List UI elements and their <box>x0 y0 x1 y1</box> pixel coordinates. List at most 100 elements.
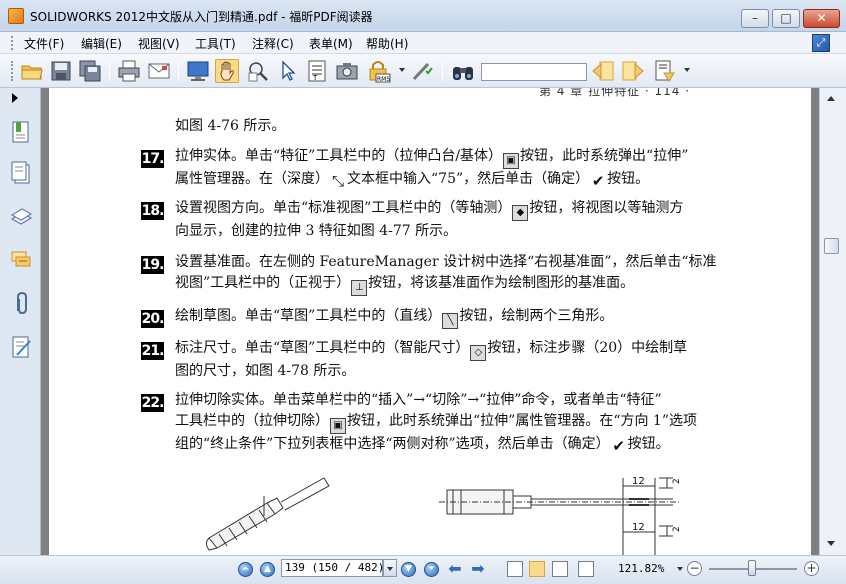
step-text-line: 视图”工具栏中的（正视于） ⊥ 按钮，将该基准面作为绘制图形的基准面。 <box>175 273 769 296</box>
zoom-slider-thumb[interactable] <box>748 560 756 576</box>
menu-form[interactable]: 表单(M) <box>309 35 353 52</box>
next-find-icon[interactable] <box>621 59 645 83</box>
step-number-20: 20. <box>141 310 164 328</box>
menu-file[interactable]: 文件(F) <box>24 35 64 52</box>
step-text: 按钮，绘制两个三角形。 <box>459 308 614 324</box>
snapshot-icon[interactable] <box>335 59 359 83</box>
save-icon[interactable] <box>49 59 73 83</box>
signatures-icon[interactable] <box>10 335 32 359</box>
prev-find-icon[interactable] <box>591 59 615 83</box>
prev-page-icon[interactable]: ▲ <box>260 562 275 577</box>
maximize-button[interactable]: □ <box>772 9 800 28</box>
step-number-17: 17. <box>141 150 164 168</box>
menu-help[interactable]: 帮助(H) <box>366 35 408 52</box>
scroll-up-arrow[interactable] <box>827 96 835 101</box>
layers-icon[interactable] <box>10 205 32 229</box>
left-nav-pane <box>0 88 41 555</box>
dimension-label: 12 <box>632 522 645 533</box>
last-page-icon[interactable]: ⏷ <box>424 562 439 577</box>
scroll-thumb[interactable] <box>824 238 839 254</box>
menu-comment[interactable]: 注释(C) <box>252 35 294 52</box>
select-arrow-icon[interactable] <box>276 59 300 83</box>
sign-icon[interactable] <box>409 59 433 83</box>
fullscreen-icon[interactable] <box>186 59 210 83</box>
step-number-22: 22. <box>141 394 164 412</box>
page-dropdown-button[interactable] <box>383 559 397 577</box>
svg-text:T: T <box>312 74 318 82</box>
main-toolbar: T RMS <box>0 54 846 88</box>
expand-pane-icon[interactable] <box>12 93 18 103</box>
minimize-button[interactable]: – <box>741 9 769 28</box>
step-text: 按钮，此时系统弹出“拉伸”属性管理器。在“方向 1”选项 <box>347 413 697 429</box>
highlight-icon[interactable] <box>653 59 677 83</box>
open-folder-icon[interactable] <box>20 59 44 83</box>
rms-dropdown-arrow[interactable] <box>399 68 405 72</box>
pages-icon[interactable] <box>10 161 32 185</box>
pdf-page: 第 4 章 拉伸特征 · 114 · 如图 4-76 所示。 17. 拉伸实体。… <box>49 88 811 555</box>
step-text-line: 设置基准面。在左侧的 FeatureManager 设计树中选择“右视基准面”，… <box>175 254 717 270</box>
step-text: 拉伸实体。单击“特征”工具栏中的（拉伸凸台/基体） <box>175 148 503 164</box>
step-number-18: 18. <box>141 202 164 220</box>
document-view[interactable]: 第 4 章 拉伸特征 · 114 · 如图 4-76 所示。 17. 拉伸实体。… <box>41 88 819 555</box>
email-icon[interactable] <box>147 59 171 83</box>
menu-view[interactable]: 视图(V) <box>138 35 180 52</box>
scroll-down-arrow[interactable] <box>827 541 835 546</box>
svg-text:RMS: RMS <box>377 76 390 83</box>
vertical-scrollbar[interactable] <box>819 88 846 555</box>
step-20-paragraph: 绘制草图。单击“草图”工具栏中的（直线） ╲ 按钮，绘制两个三角形。 <box>175 306 769 329</box>
comments-icon[interactable] <box>10 248 32 272</box>
continuous-facing-icon[interactable] <box>578 561 594 577</box>
menu-tools[interactable]: 工具(T) <box>195 35 236 52</box>
text-select-icon[interactable]: T <box>305 59 329 83</box>
step-text: 组的“终止条件”下拉列表框中选择“两侧对称”选项，然后单击（确定） <box>175 436 610 452</box>
dimension-label: 2 <box>672 526 682 532</box>
single-page-icon[interactable] <box>507 561 523 577</box>
status-bar: ⏶ ▲ 139 (150 / 482) ▼ ⏷ ⬅ ➡ 121.82% − + <box>0 555 846 584</box>
page-number-input[interactable]: 139 (150 / 482) <box>281 559 384 577</box>
bookmarks-icon[interactable] <box>10 120 32 144</box>
toolbar-grip[interactable] <box>11 61 13 81</box>
zoom-in-button[interactable]: + <box>804 561 819 576</box>
zoom-tool-icon[interactable] <box>246 59 270 83</box>
extrude-boss-icon: ▣ <box>503 153 520 169</box>
step-19-paragraph: 设置基准面。在左侧的 FeatureManager 设计树中选择“右视基准面”，… <box>175 252 769 296</box>
zoom-out-button[interactable]: − <box>687 561 702 576</box>
step-text: 按钮，将该基准面作为绘制图形的基准面。 <box>368 275 635 291</box>
intro-line: 如图 4-76 所示。 <box>175 118 286 134</box>
step-text: 文本框中输入“75”，然后单击（确定） <box>347 171 590 187</box>
toolbar-separator <box>109 60 110 82</box>
toolbar-separator <box>442 60 443 82</box>
forward-view-icon[interactable]: ➡ <box>469 561 487 577</box>
next-page-icon[interactable]: ▼ <box>401 562 416 577</box>
menu-grip[interactable] <box>11 36 13 50</box>
restore-view-icon[interactable]: ⤢ <box>812 34 830 52</box>
search-input[interactable] <box>481 63 587 81</box>
save-all-icon[interactable] <box>78 59 102 83</box>
step-number-21: 21. <box>141 342 164 360</box>
step-text-line: 属性管理器。在（深度） ⤡ 文本框中输入“75”，然后单击（确定） ✔ 按钮。 <box>175 169 769 190</box>
first-page-icon[interactable]: ⏶ <box>238 562 253 577</box>
zoom-level[interactable]: 121.82% <box>618 562 664 575</box>
step-text: 按钮，标注步骤（20）中绘制草 <box>487 340 688 356</box>
binoculars-icon[interactable] <box>451 59 475 83</box>
step-number-19: 19. <box>141 256 164 274</box>
toolbar-separator <box>178 60 179 82</box>
continuous-page-icon[interactable] <box>529 561 545 577</box>
extrude-cut-icon: ▣ <box>330 418 346 434</box>
rms-lock-icon[interactable]: RMS <box>366 59 391 83</box>
step-text-line: 向显示，创建的拉伸 3 特征如图 4-77 所示。 <box>175 223 458 239</box>
back-view-icon[interactable]: ⬅ <box>446 561 464 577</box>
intro-paragraph: 如图 4-76 所示。 <box>175 116 769 137</box>
hand-tool-icon[interactable] <box>215 59 239 83</box>
highlight-dropdown-arrow[interactable] <box>684 68 690 72</box>
menu-edit[interactable]: 编辑(E) <box>81 35 122 52</box>
close-button[interactable]: ✕ <box>803 9 840 28</box>
isometric-icon: ◆ <box>512 205 529 221</box>
facing-pages-icon[interactable] <box>552 561 568 577</box>
attachments-icon[interactable] <box>10 291 32 315</box>
zoom-dropdown-arrow[interactable] <box>677 567 683 571</box>
ok-check-icon: ✔ <box>591 172 605 190</box>
print-icon[interactable] <box>117 59 141 83</box>
step-17-paragraph: 拉伸实体。单击“特征”工具栏中的（拉伸凸台/基体） ▣ 按钮，此时系统弹出“拉伸” … <box>175 146 769 190</box>
step-text-line: 拉伸实体。单击“特征”工具栏中的（拉伸凸台/基体） ▣ 按钮，此时系统弹出“拉伸” <box>175 146 769 169</box>
